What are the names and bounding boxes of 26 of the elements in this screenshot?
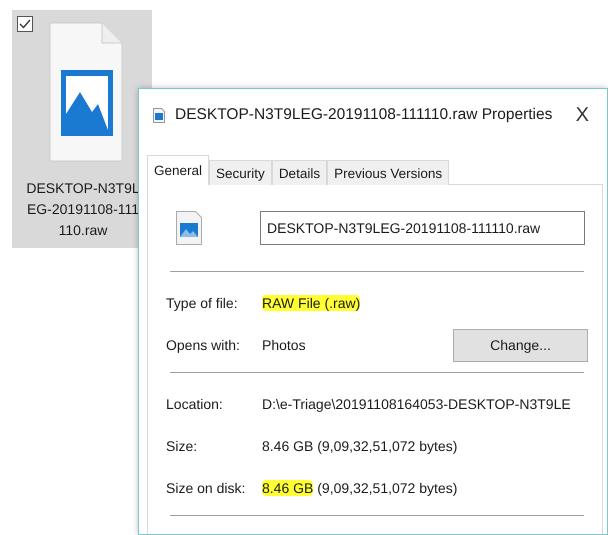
file-name-label: EG-20191108-111	[26, 200, 140, 219]
desktop-file-tile[interactable]: DESKTOP-N3T9L EG-20191108-111 110.raw	[12, 10, 152, 248]
close-button[interactable]: X	[572, 104, 593, 126]
property-label: Opens with:	[166, 337, 241, 353]
property-value: D:\e-Triage\20191108164053-DESKTOP-N3T9LE	[262, 396, 571, 412]
tab[interactable]: Security	[209, 160, 272, 185]
tab[interactable]: Previous Versions	[327, 160, 450, 185]
tab[interactable]: General	[147, 155, 210, 185]
image-file-icon	[153, 108, 165, 122]
file-name-field[interactable]: DESKTOP-N3T9LEG-20191108-111110.raw	[260, 211, 585, 245]
image-file-icon	[176, 211, 202, 245]
property-value: RAW File (.raw)	[262, 295, 360, 311]
property-label: Size:	[166, 438, 198, 454]
property-label: Location:	[166, 396, 224, 412]
property-value: Photos	[262, 337, 306, 353]
property-value: 8.46 GB (9,09,32,51,072 bytes)	[262, 438, 458, 454]
property-value: 8.46 GB (9,09,32,51,072 bytes)	[262, 480, 458, 496]
property-label: Type of file:	[166, 295, 239, 311]
image-file-icon	[49, 22, 123, 162]
file-name-label: DESKTOP-N3T9L	[26, 179, 140, 198]
file-name-label: 110.raw	[58, 221, 108, 240]
window-title: DESKTOP-N3T9LEG-20191108-111110.raw Properties	[175, 106, 552, 124]
checkbox[interactable]	[17, 16, 33, 32]
change-button[interactable]: Change...	[453, 328, 588, 362]
property-label: Size on disk:	[166, 480, 246, 496]
tab[interactable]: Details	[272, 160, 328, 185]
